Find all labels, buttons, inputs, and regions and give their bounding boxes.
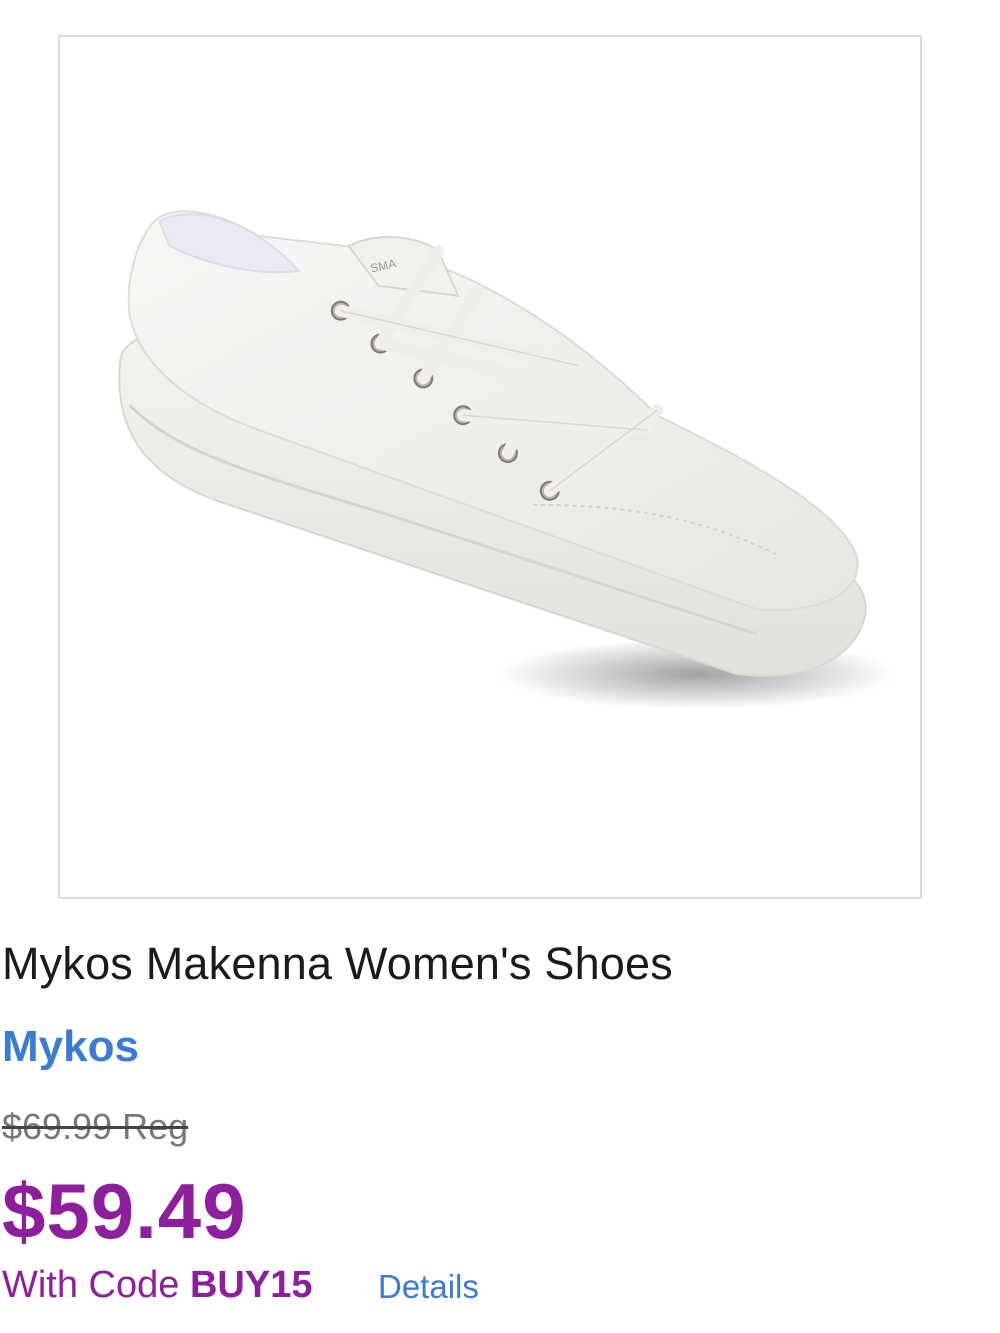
details-link[interactable]: Details: [378, 1268, 479, 1306]
product-title[interactable]: Mykos Makenna Women's Shoes: [2, 938, 673, 990]
product-image-frame[interactable]: SMA: [58, 35, 922, 899]
product-image[interactable]: SMA: [60, 37, 920, 897]
promo-prefix: With Code: [2, 1264, 190, 1306]
regular-price: $69.99 Reg: [2, 1106, 189, 1147]
promo-text: With Code BUY15: [2, 1264, 312, 1307]
promo-code: BUY15: [189, 1264, 313, 1306]
sale-price: $59.49: [2, 1167, 247, 1255]
brand-link[interactable]: Mykos: [2, 1022, 139, 1072]
